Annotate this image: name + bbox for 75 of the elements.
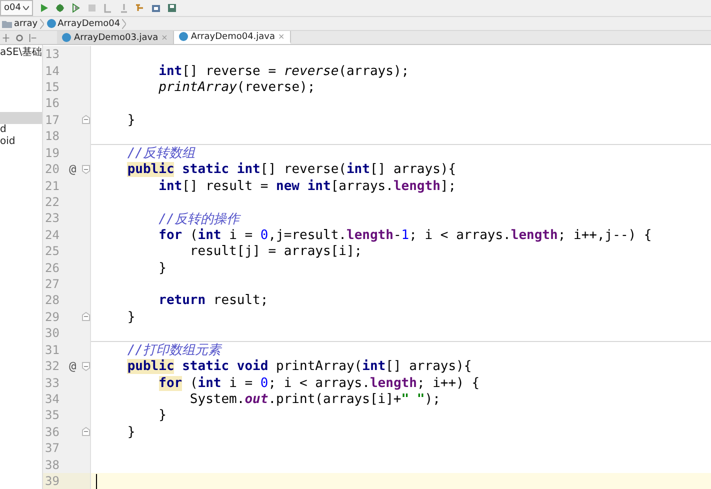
line-number: 27 [44,277,60,292]
line-number: 36 [44,424,60,439]
line-number: 21 [44,178,60,192]
code-line: //反转数组 [126,145,195,162]
line-number: 34 [44,392,60,406]
breadcrumb[interactable]: array [2,18,44,28]
line-number: 19 [44,146,60,160]
class-icon [178,32,188,41]
split-icon[interactable] [2,32,10,42]
fold-marker-icon[interactable] [82,115,90,124]
line-number: 17 [44,112,60,127]
tree-item[interactable]: aSE\基础 [0,47,42,59]
line-number: 32 [44,359,60,374]
code-line: public static int[] reverse(int[] arrays){ [126,162,456,178]
override-marker[interactable]: @ [69,359,76,374]
line-number: 16 [44,96,60,110]
code-line: int[] result = new int[arrays.length]; [158,178,456,194]
line-number: 18 [44,129,60,144]
line-number: 38 [44,458,60,472]
code-line: } [126,310,136,325]
code-line: } [126,112,136,128]
fold-marker-icon[interactable] [82,312,90,322]
code-line: } [158,260,166,276]
line-number: 24 [44,228,60,242]
editor-tab[interactable]: ArrayDemo03.java × [57,31,174,44]
fold-marker-icon[interactable] [82,164,90,174]
code-line: public static void printArray(int[] arrays){ [126,359,472,374]
pin-icon[interactable] [29,32,37,42]
stop-icon[interactable] [86,3,97,13]
line-number: 29 [44,310,60,324]
run-config-dropdown[interactable]: o04 [0,0,33,16]
line-number: 37 [44,441,60,456]
fold-marker-icon[interactable] [82,362,90,371]
line-number: 31 [44,342,60,357]
caret-icon [22,6,29,10]
editor-tab[interactable]: ArrayDemo04.java × [174,31,291,44]
code-line: } [126,424,136,440]
code-line: result[j] = arrays[i]; [188,244,362,260]
line-number: 39 [44,474,60,488]
code-line: for (int i = 0; i < arrays.length; i++) { [158,376,480,391]
fold-marker-icon[interactable] [82,427,90,436]
chevron-icon [40,18,44,28]
code-line: for (int i = 0,j=result.length-1; i < arrays.length; i++,j--) { [158,228,652,243]
line-number: 15 [44,80,60,94]
line-number: 14 [44,64,60,78]
line-number: 22 [44,194,60,209]
line-number: 20 [44,162,60,176]
code-line: } [158,408,166,424]
line-number: 28 [44,293,60,308]
build-icon[interactable] [102,3,113,13]
breadcrumb[interactable]: ArrayDemo04 [46,18,126,28]
line-number: 25 [44,244,60,258]
tree-item[interactable]: oid [0,136,42,148]
override-marker[interactable]: @ [69,162,76,176]
code-line: System.out.print(arrays[i]+" "); [188,392,440,407]
save-icon[interactable] [166,3,177,13]
line-number: 23 [44,211,60,226]
build-icon[interactable] [118,3,129,13]
line-number: 26 [44,260,60,275]
folder-icon [2,20,12,28]
line-number: 30 [44,326,60,340]
coverage-icon[interactable] [70,3,81,13]
code-line: //打印数组元素 [126,342,221,359]
line-number: 35 [44,408,60,422]
code-line: //反转的操作 [158,210,240,228]
tree-item[interactable]: d [0,124,42,136]
code-line: printArray(reverse); [158,80,316,95]
text-caret [96,474,97,489]
chevron-icon [122,18,126,28]
code-line: return result; [158,293,268,308]
line-number: 33 [44,376,60,390]
code-line: int[] reverse = reverse(arrays); [158,64,410,79]
debug-icon[interactable] [54,3,65,13]
line-number: 13 [44,47,60,62]
run-icon[interactable] [38,3,49,13]
